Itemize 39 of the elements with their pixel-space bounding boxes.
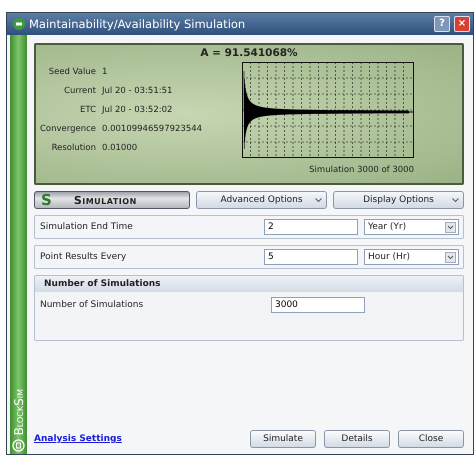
app-icon <box>13 18 25 30</box>
chevron-icon <box>452 198 459 203</box>
group-header: Number of Simulations <box>35 276 463 292</box>
input-field[interactable]: 2 <box>264 219 358 235</box>
options-dropdown[interactable]: Display Options <box>333 191 464 209</box>
field-value: 1 <box>102 67 108 77</box>
tab-label: Simulation <box>74 194 137 206</box>
s-icon: S <box>41 192 52 208</box>
dropdown-label: Display Options <box>363 195 434 205</box>
unit-select[interactable]: Hour (Hr) <box>364 249 459 265</box>
field-value: Jul 20 - 03:51:51 <box>102 86 172 96</box>
analysis-settings-link[interactable]: Analysis Settings <box>34 434 122 444</box>
field-label: ETC <box>79 105 96 115</box>
window-title: Maintainability/Availability Simulation <box>29 17 246 31</box>
input-field[interactable]: 3000 <box>271 297 365 313</box>
field-value: 0.01000 <box>102 143 138 153</box>
field-label: Seed Value <box>48 67 96 77</box>
chevron-icon <box>315 198 322 203</box>
field-label: Current <box>63 86 96 96</box>
field-value: 0.00109946597923544 <box>102 124 202 134</box>
simulation-tab[interactable]: S Simulation <box>34 191 190 209</box>
dialog-button[interactable]: Close <box>398 430 464 448</box>
input-field[interactable]: 5 <box>264 249 358 265</box>
field-label: Resolution <box>50 143 96 153</box>
brand-label: BlockSim <box>12 388 26 435</box>
dropdown-label: Advanced Options <box>220 195 303 205</box>
setting-label: Number of Simulations <box>40 300 144 310</box>
options-dropdown[interactable]: Advanced Options <box>196 191 327 209</box>
dialog-button[interactable]: Details <box>324 430 390 448</box>
unit-select[interactable]: Year (Yr) <box>364 219 459 235</box>
setting-label: Point Results Every <box>40 252 128 262</box>
dialog-button[interactable]: Simulate <box>250 430 316 448</box>
progress-text: Simulation 3000 of 3000 <box>309 165 414 175</box>
availability-result: A = 91.541068% <box>199 47 299 59</box>
field-label: Convergence <box>42 124 96 134</box>
brand-icon <box>12 439 25 452</box>
field-value: Jul 20 - 03:52:02 <box>102 105 172 115</box>
setting-label: Simulation End Time <box>40 222 134 232</box>
close-button[interactable]: × <box>454 16 470 32</box>
